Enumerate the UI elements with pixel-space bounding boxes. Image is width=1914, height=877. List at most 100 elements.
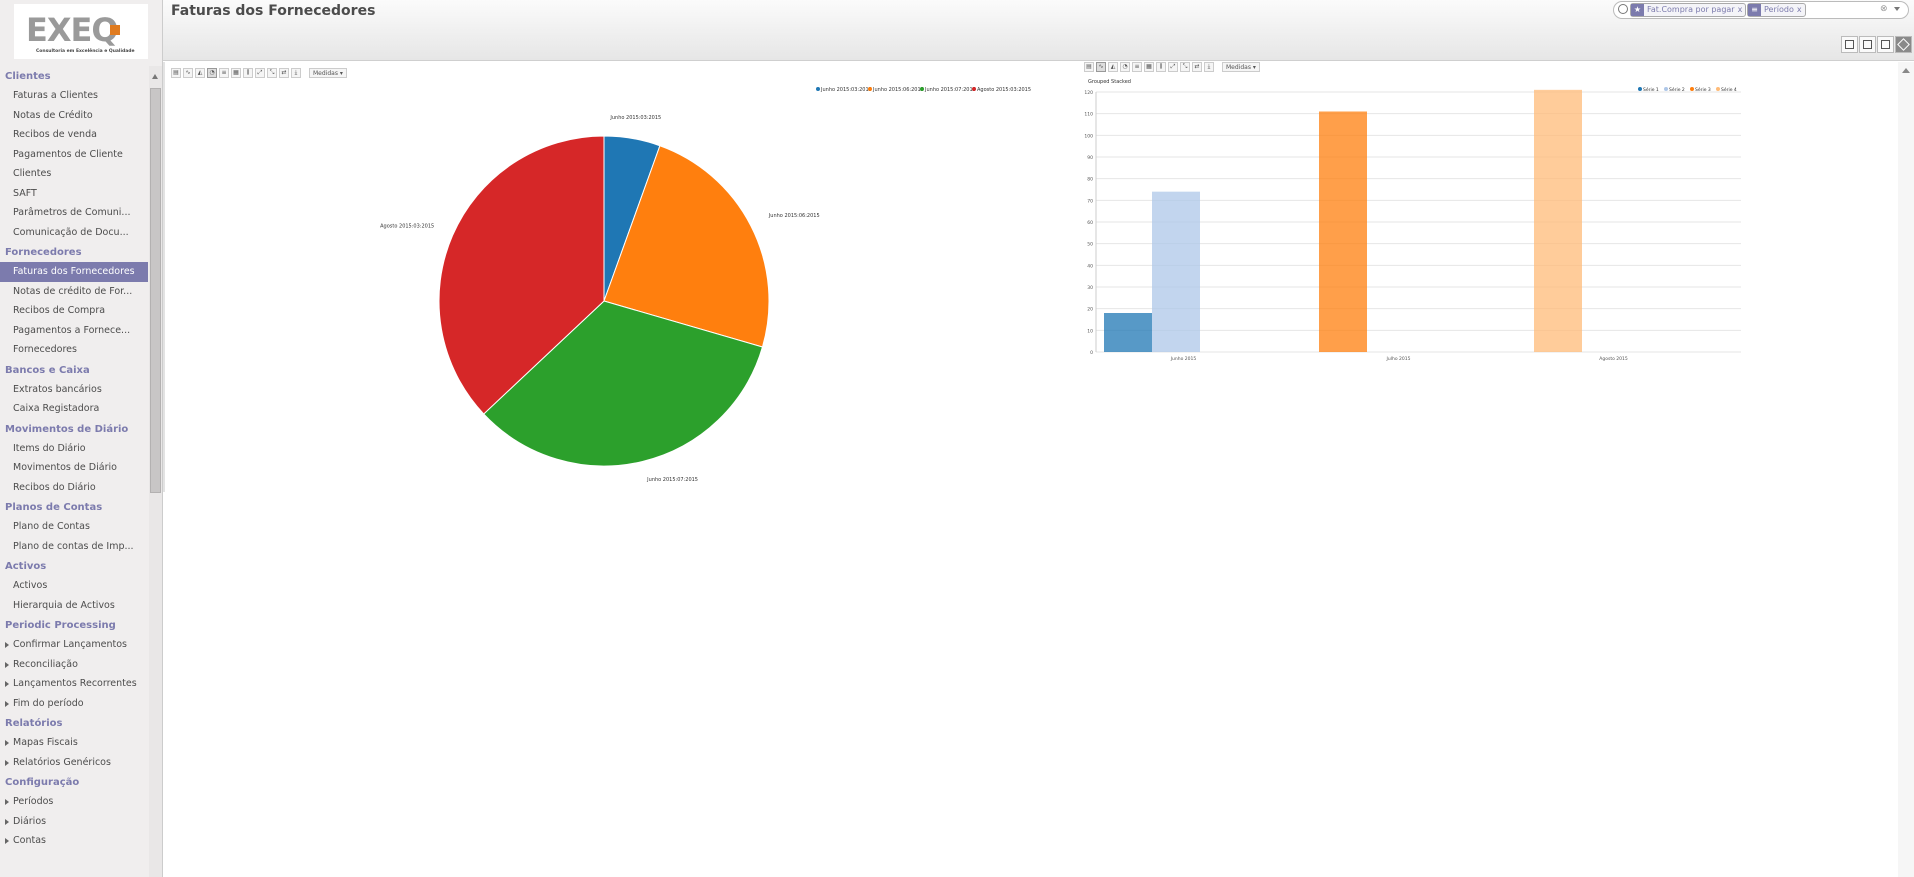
facet-remove-icon[interactable]: x [1797,5,1802,14]
sidebar-item[interactable]: Fornecedores [0,340,148,360]
legend-swatch[interactable] [1664,87,1668,91]
sidebar-item[interactable]: Períodos [0,792,148,812]
legend-swatch[interactable] [972,87,976,91]
search-bar[interactable]: ★ Fat.Compra por pagar x ≡ Período x ⊗ [1613,1,1909,19]
search-dropdown-icon[interactable] [1894,7,1900,11]
bar-chart-mode-icon[interactable]: ▤ [1084,62,1094,72]
legend-label[interactable]: Agosto 2015:03:2015 [977,87,1031,93]
search-clear-icon[interactable]: ⊗ [1880,4,1888,14]
download-icon[interactable]: ⤓ [1204,62,1214,72]
scroll-up-arrow-icon[interactable] [1902,68,1910,73]
sidebar-item[interactable]: Notas de Crédito [0,106,148,126]
sidebar-item[interactable]: Pagamentos a Fornece... [0,321,148,341]
legend-label[interactable]: Série 3 [1695,86,1711,93]
logo-image: EXEQ Consultoria em Excelência e Qualida… [14,4,148,59]
search-facet[interactable]: ★ Fat.Compra por pagar x [1630,3,1747,17]
legend-swatch[interactable] [868,87,872,91]
list-icon [1845,40,1854,49]
sidebar-item[interactable]: Faturas dos Fornecedores [0,262,148,282]
sidebar-item[interactable]: Plano de contas de Imp... [0,537,148,557]
sidebar-item[interactable]: Recibos de venda [0,125,148,145]
bar-mark[interactable] [1152,191,1200,352]
sidebar-item[interactable]: Lançamentos Recorrentes [0,674,148,694]
sidebar-item[interactable]: Mapas Fiscais [0,733,148,753]
legend-label[interactable]: Série 4 [1721,86,1737,93]
y-tick-label: 10 [1087,328,1093,334]
sidebar-scrollbar[interactable] [149,66,162,877]
sidebar-item[interactable]: Contas [0,831,148,851]
list-view-button[interactable] [1841,36,1858,53]
sidebar-item[interactable]: Movimentos de Diário [0,458,148,478]
y-tick-label: 90 [1087,155,1093,161]
sidebar-item[interactable]: Comunicação de Docu... [0,223,148,243]
search-icon[interactable] [1618,4,1628,14]
legend-swatch[interactable] [1690,87,1694,91]
sidebar-item[interactable]: Notas de crédito de For... [0,282,148,302]
graph-icon [1897,38,1910,51]
bar-mode-toggle[interactable]: Grouped Stacked [1088,79,1131,85]
bar-mark[interactable] [1319,111,1367,353]
legend-label[interactable]: Junho 2015:03:2015 [820,87,872,93]
sidebar-item[interactable]: Confirmar Lançamentos [0,635,148,655]
y-tick-label: 80 [1087,177,1093,183]
columns-icon[interactable]: ⫼ [1156,62,1166,72]
bar-mark[interactable] [1534,89,1582,352]
bar-mark[interactable] [1104,313,1152,352]
sidebar-item[interactable]: Activos [0,576,148,596]
swap-axis-icon[interactable]: ⇄ [1192,62,1202,72]
sidebar-item[interactable]: Extratos bancários [0,380,148,400]
collapse-icon[interactable]: ⤡ [1180,62,1190,72]
scrollbar-thumb[interactable] [150,88,161,493]
sidebar-item[interactable]: Plano de Contas [0,517,148,537]
line-chart-mode-icon[interactable]: ∿ [1096,62,1106,72]
main-scrollbar[interactable] [1898,62,1914,877]
bar-chart: Grouped Stacked 0 10 20 30 40 50 60 70 80 90 100 110… [1084,79,1741,362]
pie-chart: Junho 2015:03:2015Junho 2015:06:2015Junh… [380,87,1031,483]
legend-swatch[interactable] [1638,87,1642,91]
sidebar-item[interactable]: Parâmetros de Comuni... [0,203,148,223]
measures-dropdown[interactable]: Medidas ▾ [1222,62,1260,72]
calendar-icon [1881,40,1890,49]
x-tick-label: Julho 2015 [1386,356,1411,362]
logo-text: EXEQ [26,11,118,49]
view-switcher [1840,36,1912,53]
legend-label[interactable]: Junho 2015:07:2015 [924,87,976,93]
search-facet[interactable]: ≡ Período x [1747,3,1806,17]
sidebar-item[interactable]: Hierarquia de Activos [0,596,148,616]
scroll-up-arrow-icon[interactable] [152,74,158,79]
area-chart-mode-icon[interactable]: ◭ [1108,62,1118,72]
facet-remove-icon[interactable]: x [1738,5,1743,14]
legend-label[interactable]: Junho 2015:06:2015 [872,87,924,93]
pie-slice-label: Agosto 2015:03:2015 [380,224,434,230]
sidebar-item[interactable]: SAFT [0,184,148,204]
legend-label[interactable]: Série 2 [1669,86,1685,93]
form-view-button[interactable] [1859,36,1876,53]
company-logo[interactable]: EXEQ Consultoria em Excelência e Qualida… [14,4,148,59]
y-tick-label: 70 [1087,198,1093,204]
sidebar-section-title: Movimentos de Diário [5,423,129,435]
sidebar-item[interactable]: Fim do período [0,694,148,714]
y-tick-label: 40 [1087,263,1093,269]
pie-chart-mode-icon[interactable]: ◔ [1120,62,1130,72]
sidebar-item[interactable]: Clientes [0,164,148,184]
calendar-view-button[interactable] [1877,36,1894,53]
sidebar-item[interactable]: Pagamentos de Cliente [0,145,148,165]
graph-view-button[interactable] [1895,36,1912,53]
sidebar-item[interactable]: Faturas a Clientes [0,86,148,106]
sidebar-item[interactable]: Items do Diário [0,439,148,459]
sidebar-item[interactable]: Caixa Registadora [0,399,148,419]
sidebar-item[interactable]: Recibos de Compra [0,301,148,321]
y-tick-label: 0 [1090,350,1093,356]
sidebar-item[interactable]: Reconciliação [0,655,148,675]
legend-swatch[interactable] [920,87,924,91]
sidebar-item[interactable]: Recibos do Diário [0,478,148,498]
sidebar-item[interactable]: Diários [0,812,148,832]
expand-icon[interactable]: ⤢ [1168,62,1178,72]
legend-swatch[interactable] [816,87,820,91]
legend-label[interactable]: Série 1 [1643,86,1659,93]
y-tick-label: 100 [1084,133,1093,139]
legend-swatch[interactable] [1716,87,1720,91]
sidebar-item[interactable]: Relatórios Genéricos [0,753,148,773]
grid-icon[interactable]: ▦ [1144,62,1154,72]
list-icon[interactable]: ≡ [1132,62,1142,72]
